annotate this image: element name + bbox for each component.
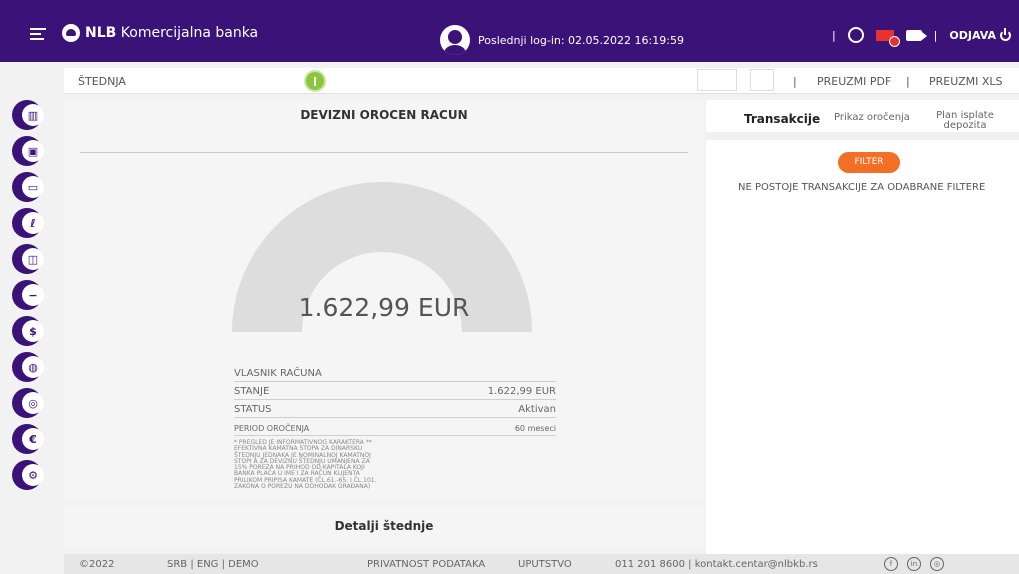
sidebar-item-business[interactable]: ▣ [12,136,50,166]
account-summary-panel: DEVIZNI OROCEN RACUN 1.622,99 EUR VLASNI… [64,100,704,498]
empty-transactions-message: NE POSTOJE TRANSAKCIJE ZA ODABRANE FILTE… [738,182,986,193]
balance-label: STANJE [234,386,270,397]
video-icon[interactable] [905,29,927,41]
transaction-tabs: Transakcije Prikaz oročenja Plan isplate… [706,100,1019,140]
sidebar-item-savings[interactable]: ◍ [12,352,50,382]
top-actions: | | ODJAVA [831,27,1019,47]
logout-button[interactable]: ODJAVA [949,27,1011,42]
settings-icon: ⚙ [22,464,44,486]
balance-row: STANJE 1.622,99 EUR [234,382,556,400]
minus-card-icon: − [22,284,44,306]
linkedin-icon[interactable]: in [907,557,921,571]
info-icon[interactable] [304,70,326,92]
section-title: ŠTEDNJA [78,75,126,88]
euro-icon: € [22,428,44,450]
language-links[interactable]: SRB | ENG | DEMO [167,559,259,570]
sidebar-item-settings[interactable]: ⚙ [12,460,50,490]
dollar-icon: $ [22,320,44,342]
card-icon: ▭ [22,176,44,198]
separator: | [933,28,938,42]
privacy-link[interactable]: PRIVATNOST PODATAKA [367,559,485,570]
sidebar-item-payments[interactable]: ◫ [12,244,50,274]
period-label: PERIOD OROČENJA [234,424,310,433]
balance-value: 1.622,99 EUR [487,386,556,397]
power-icon [1000,27,1011,41]
sidebar-item-cards[interactable]: ▭ [12,172,50,202]
whatsapp-icon[interactable] [847,27,864,43]
filter-button[interactable]: FILTER [838,152,900,173]
sidebar-menu: ▥ ▣ ▭ ℓ ◫ − $ ◍ ◎ € ⚙ [12,100,64,496]
facebook-icon[interactable]: f [884,557,898,571]
date-from-input[interactable] [697,69,737,91]
menu-icon[interactable] [30,28,46,40]
balance-amount: 1.622,99 EUR [298,293,470,322]
savings-details-button[interactable]: Detalji štednje [64,506,704,546]
last-login-text: Poslednji log-in: 02.05.2022 16:19:59 [478,33,684,47]
section-toolbar: ŠTEDNJA | PREUZMI PDF | PREUZMI XLS [64,68,1019,94]
location-icon: ◎ [22,392,44,414]
notification-badge [888,35,900,47]
last-login-info: Poslednji log-in: 02.05.2022 16:19:59 [440,25,684,55]
chart-icon: ▥ [22,104,44,126]
briefcase-icon: ▣ [22,140,44,162]
avatar-icon[interactable] [440,25,470,55]
logout-label: ODJAVA [949,28,996,42]
export-xls-button[interactable]: PREUZMI XLS [929,75,1003,88]
date-to-input[interactable] [750,69,774,91]
leaf-icon: ℓ [22,212,44,234]
money-icon: ◫ [22,248,44,270]
account-details: VLASNIK RAČUNA STANJE 1.622,99 EUR STATUS… [234,364,556,490]
status-row: STATUS Aktivan [234,400,556,418]
separator: | [906,75,910,88]
sidebar-item-exchange[interactable]: $ [12,316,50,346]
logo-icon [62,24,80,42]
mail-icon[interactable] [875,29,900,47]
sidebar-item-loans[interactable]: − [12,280,50,310]
legal-footnote: * PREGLED JE INFORMATIVNOG KARAKTERA ** … [234,439,377,491]
separator: | [831,28,836,42]
top-navigation: NLB Komercijalna banka Poslednji log-in:… [0,0,1019,62]
tab-transactions[interactable]: Transakcije [744,112,820,126]
tab-deposit-plan[interactable]: Plan isplate depozita [930,111,1000,131]
contact-info: 011 201 8600 | kontakt.centar@nlbkb.rs [615,559,818,570]
sidebar-item-locations[interactable]: ◎ [12,388,50,418]
footer: ©2022 SRB | ENG | DEMO PRIVATNOST PODATA… [64,554,1019,574]
sidebar-item-currency[interactable]: € [12,424,50,454]
bank-name-bold: NLB [85,25,117,41]
period-value: 60 meseci [514,424,556,433]
separator: | [793,75,797,88]
account-title: DEVIZNI OROCEN RACUN [300,108,468,122]
export-pdf-button[interactable]: PREUZMI PDF [817,75,891,88]
sidebar-item-green[interactable]: ℓ [12,208,50,238]
instagram-icon[interactable]: ◎ [930,557,944,571]
owner-row: VLASNIK RAČUNA [234,364,556,382]
copyright: ©2022 [79,559,115,570]
status-value: Aktivan [518,404,556,415]
status-label: STATUS [234,404,272,415]
bank-name: Komercijalna banka [120,25,259,41]
coins-icon: ◍ [22,356,44,378]
period-row: PERIOD OROČENJA 60 meseci [234,418,556,436]
owner-label: VLASNIK RAČUNA [234,368,322,379]
transactions-panel: Transakcije Prikaz oročenja Plan isplate… [706,100,1019,574]
guide-link[interactable]: UPUTSTVO [518,559,572,570]
bank-logo[interactable]: NLB Komercijalna banka [62,24,258,42]
sidebar-item-accounts[interactable]: ▥ [12,100,50,130]
divider [80,152,688,153]
tab-term-view[interactable]: Prikaz oročenja [834,112,910,123]
